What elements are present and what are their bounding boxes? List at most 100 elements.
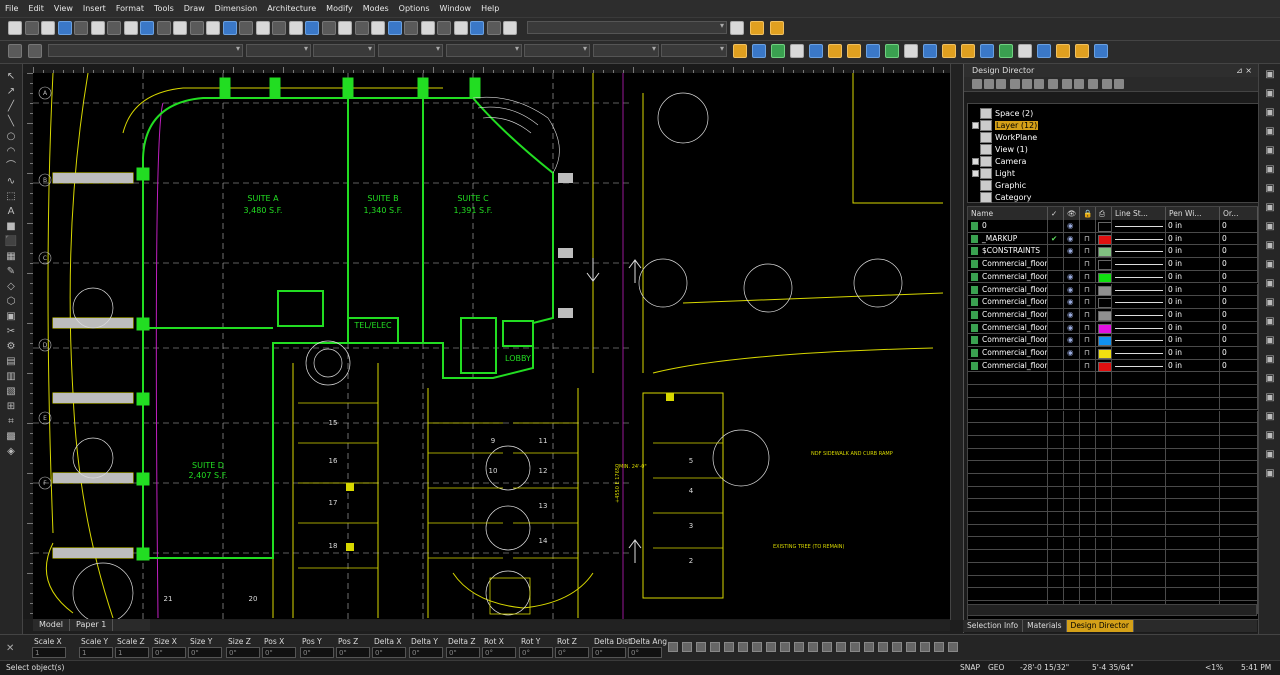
visibility-eye-icon[interactable]: ◉ — [1064, 323, 1074, 332]
drawing-tool-icon[interactable]: ▧ — [4, 385, 18, 399]
layer-table-scrollbar[interactable] — [967, 604, 1257, 616]
tree-item[interactable]: View (1) — [980, 143, 1028, 155]
toolbar-button-icon[interactable] — [750, 21, 764, 35]
column-header[interactable]: Or... — [1220, 207, 1258, 220]
toolbar-button-icon[interactable] — [58, 21, 72, 35]
coord-field[interactable]: 0° — [555, 647, 589, 658]
layer-color-swatch[interactable] — [1098, 285, 1111, 296]
layer-row[interactable] — [968, 499, 1258, 513]
cancel-icon[interactable]: ✕ — [6, 643, 14, 654]
tab-paper-1[interactable]: Paper 1 — [70, 619, 114, 631]
toolbar-button-icon[interactable] — [91, 21, 105, 35]
menu-modes[interactable]: Modes — [358, 4, 394, 13]
tree-item[interactable]: Graphic — [980, 179, 1026, 191]
view-tool-icon[interactable]: ▣ — [1263, 258, 1277, 272]
view-tool-icon[interactable]: ▣ — [1263, 163, 1277, 177]
view-tool-icon[interactable]: ▣ — [1263, 467, 1277, 481]
view-tool-icon[interactable]: ▣ — [1263, 87, 1277, 101]
format-combo[interactable] — [524, 44, 590, 57]
toolbar-button-icon[interactable] — [107, 21, 121, 35]
view-tool-icon[interactable]: ▣ — [1263, 182, 1277, 196]
lock-icon[interactable]: ⊓ — [1080, 246, 1090, 255]
format-combo[interactable] — [446, 44, 522, 57]
coord-field[interactable]: 0" — [152, 647, 186, 658]
column-header[interactable]: ✓ — [1048, 207, 1064, 220]
menu-modify[interactable]: Modify — [321, 4, 358, 13]
lock-icon[interactable]: ⊓ — [1080, 259, 1090, 268]
layer-color-swatch[interactable] — [1098, 349, 1111, 359]
edit-tool-icon[interactable] — [920, 642, 930, 652]
edit-tool-icon[interactable] — [724, 642, 734, 652]
layer-row[interactable]: _MARKUP ✔ ◉ ⊓ 0 in 0 — [968, 232, 1258, 246]
menu-format[interactable]: Format — [111, 4, 149, 13]
toolbar-button-icon[interactable] — [790, 44, 804, 58]
geo-toggle[interactable]: GEO — [988, 663, 1004, 672]
layer-order[interactable]: 0 — [1220, 323, 1227, 332]
layer-row[interactable]: Commercial_floor ◉ ⊓ 0 in 0 — [968, 334, 1258, 347]
toolbar-button-icon[interactable] — [124, 21, 138, 35]
drawing-tool-icon[interactable]: A — [4, 205, 18, 219]
layer-row[interactable]: Commercial_floor ◉ ⊓ 0 in 0 — [968, 296, 1258, 309]
drawing-tool-icon[interactable]: ▤ — [4, 355, 18, 369]
drawing-tool-icon[interactable]: ⌒ — [4, 160, 18, 174]
menu-draw[interactable]: Draw — [179, 4, 210, 13]
line-style-sample[interactable] — [1115, 238, 1163, 240]
director-tool-icon[interactable] — [1114, 79, 1124, 89]
lock-icon[interactable]: ⊓ — [1080, 285, 1090, 294]
layer-row[interactable]: 0 ◉ 0 in 0 — [968, 220, 1258, 233]
lock-icon[interactable]: ⊓ — [1080, 234, 1090, 243]
tree-item[interactable]: Space (2) — [980, 107, 1033, 119]
format-combo[interactable] — [246, 44, 311, 57]
tree-item[interactable]: WorkPlane — [980, 131, 1037, 143]
edit-tool-icon[interactable] — [836, 642, 846, 652]
view-tool-icon[interactable]: ▣ — [1263, 353, 1277, 367]
layer-color-swatch[interactable] — [1098, 310, 1111, 321]
toolbar-button-icon[interactable] — [770, 21, 784, 35]
layer-order[interactable]: 0 — [1220, 335, 1227, 344]
toolbar-button-icon[interactable] — [388, 21, 402, 35]
toolbar-button-icon[interactable] — [1075, 44, 1089, 58]
lock-icon[interactable]: ⊓ — [1080, 272, 1090, 281]
pen-width[interactable]: 0 in — [1166, 272, 1182, 281]
drawing-tool-icon[interactable]: ◈ — [4, 445, 18, 459]
layer-row[interactable]: Commercial_floor ⊓ 0 in 0 — [968, 258, 1258, 271]
drawing-tool-icon[interactable]: ▦ — [4, 250, 18, 264]
coord-field[interactable]: 1 — [115, 647, 149, 658]
toolbar-button-icon[interactable] — [1018, 44, 1032, 58]
toolbar-button-icon[interactable] — [322, 21, 336, 35]
layer-color-swatch[interactable] — [1098, 234, 1111, 245]
toolbar-button-icon[interactable] — [942, 44, 956, 58]
drawing-tool-icon[interactable]: ✂ — [4, 325, 18, 339]
edit-tool-icon[interactable] — [682, 642, 692, 652]
line-style-sample[interactable] — [1115, 353, 1163, 354]
column-header[interactable]: Pen Wi... — [1166, 207, 1220, 220]
coord-field[interactable]: 0" — [188, 647, 222, 658]
view-tool-icon[interactable]: ▣ — [1263, 220, 1277, 234]
toolbar-button-icon[interactable] — [140, 21, 154, 35]
view-tool-icon[interactable]: ▣ — [1263, 106, 1277, 120]
drawing-tool-icon[interactable]: ╱ — [4, 100, 18, 114]
layer-row[interactable] — [968, 435, 1258, 449]
drawing-tool-icon[interactable]: ╲ — [4, 115, 18, 129]
director-tool-icon[interactable] — [1102, 79, 1112, 89]
toolbar-button-icon[interactable] — [828, 44, 842, 58]
toolbar-button-icon[interactable] — [487, 21, 501, 35]
layer-color-swatch[interactable] — [1098, 298, 1111, 309]
menu-view[interactable]: View — [49, 4, 78, 13]
drawing-canvas[interactable]: SUITE A 3,480 S.F. SUITE B 1,340 S.F. SU… — [33, 73, 950, 619]
coord-field[interactable]: 0" — [446, 647, 480, 658]
view-tool-icon[interactable]: ▣ — [1263, 68, 1277, 82]
line-style-sample[interactable] — [1115, 251, 1163, 253]
toolbar-button-icon[interactable] — [923, 44, 937, 58]
coord-field[interactable]: 0" — [592, 647, 626, 658]
line-style-sample[interactable] — [1115, 302, 1163, 304]
drawing-tool-icon[interactable]: ■ — [4, 220, 18, 234]
format-combo[interactable] — [313, 44, 375, 57]
edit-tool-icon[interactable] — [738, 642, 748, 652]
drawing-tool-icon[interactable]: ▥ — [4, 370, 18, 384]
inspector-tab[interactable]: Materials — [1023, 620, 1067, 632]
coord-field[interactable]: 0" — [262, 647, 296, 658]
layer-color-swatch[interactable] — [1098, 222, 1111, 232]
layer-row[interactable] — [968, 410, 1258, 424]
snap-combo[interactable] — [527, 21, 727, 34]
